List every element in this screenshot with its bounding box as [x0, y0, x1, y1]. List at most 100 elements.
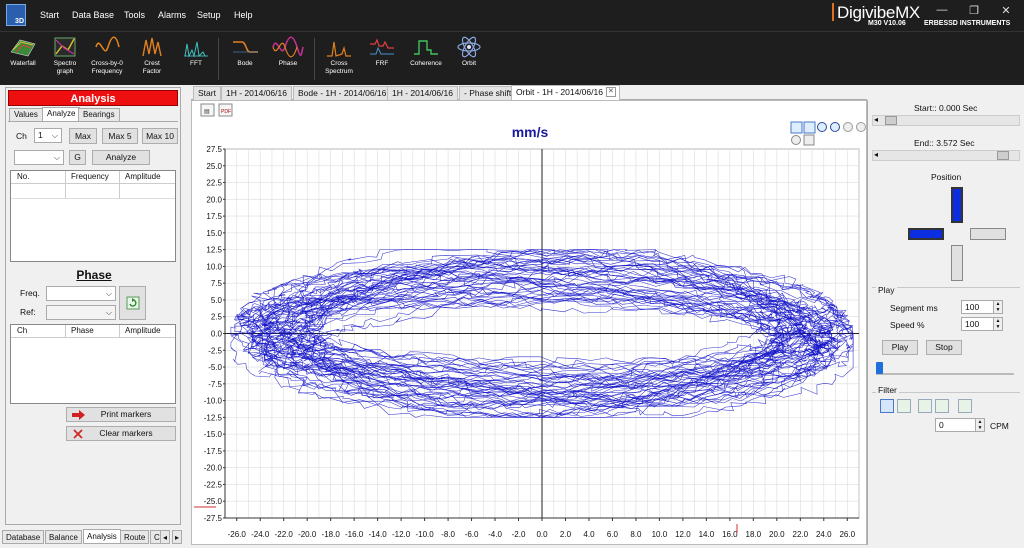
spin-arrows-icon[interactable]: ▲ ▼ — [993, 318, 1002, 330]
speed-input[interactable]: 100 ▲ ▼ — [961, 317, 1003, 331]
doc-tab-orbit[interactable]: Orbit - 1H - 2014/06/16 ✕ — [511, 85, 620, 100]
tab-values[interactable]: Values — [9, 108, 43, 121]
analysis-select[interactable]: ⌵ — [14, 150, 64, 165]
clear-markers-label: Clear markers — [99, 428, 153, 438]
end-slider[interactable]: ◂ — [872, 150, 1020, 161]
max10-button[interactable]: Max 10 — [142, 128, 178, 144]
peaks-grid[interactable]: No. Frequency Amplitude — [10, 170, 176, 262]
tab-bearings[interactable]: Bearings — [78, 108, 120, 121]
clear-markers-button[interactable]: Clear markers — [66, 426, 176, 441]
zoom-all-icon[interactable] — [803, 121, 816, 134]
doc-tab-phase-shift[interactable]: - Phase shift — [459, 86, 517, 100]
col-amplitude: Amplitude — [125, 172, 161, 181]
fft-button[interactable]: FFT — [171, 34, 221, 84]
pdf-icon-glyph: PDF — [221, 109, 231, 115]
start-slider-thumb[interactable] — [885, 116, 897, 125]
refresh-phase-button[interactable] — [119, 286, 146, 320]
close-button[interactable]: ✕ — [994, 4, 1018, 20]
channel-select[interactable]: 1 ⌵ — [34, 128, 62, 143]
table-row[interactable] — [11, 185, 175, 199]
scroll-right-button[interactable]: ▸ — [172, 530, 183, 544]
y-tick-label: 2.5 — [211, 313, 223, 322]
doc-tab-bode[interactable]: Bode - 1H - 2014/06/16 — [293, 86, 392, 100]
x-tick-label: -22.0 — [275, 530, 294, 539]
x-tick-label: 6.0 — [607, 530, 619, 539]
y-tick-label: 27.5 — [206, 145, 222, 154]
scroll-left-button[interactable]: ◂ — [160, 530, 171, 544]
playback-slider-thumb[interactable] — [876, 362, 883, 374]
frf-button[interactable]: FRF — [357, 34, 407, 84]
segment-input[interactable]: 100 ▲ ▼ — [961, 300, 1003, 314]
analyze-button[interactable]: Analyze — [92, 150, 150, 165]
zoom-select-icon[interactable] — [791, 135, 801, 145]
zoom-fit-icon[interactable] — [790, 121, 803, 134]
x-tick-label: -12.0 — [392, 530, 411, 539]
tab-balance[interactable]: Balance — [45, 530, 82, 544]
cpm-input[interactable]: 0 ▲ ▼ — [935, 418, 985, 432]
filter-bandstop-button[interactable] — [935, 399, 949, 413]
app-logo[interactable]: 3D — [6, 4, 26, 26]
x-tick-label: -2.0 — [512, 530, 526, 539]
x-tick-label: 26.0 — [839, 530, 855, 539]
doc-tab-1h-2[interactable]: 1H - 2014/06/16 — [387, 86, 458, 100]
phase-grid[interactable]: Ch Phase Amplitude — [10, 324, 176, 404]
cross-by-zero-button[interactable]: Cross-by-0 Frequency — [82, 34, 132, 84]
phase-button[interactable]: Phase — [263, 34, 313, 84]
start-slider[interactable]: ◂ — [872, 115, 1020, 126]
freq-select[interactable]: ⌵ — [46, 286, 116, 301]
print-markers-button[interactable]: Print markers — [66, 407, 176, 422]
tab-database[interactable]: Database — [2, 530, 45, 544]
menu-setup[interactable]: Setup — [197, 10, 221, 20]
close-tab-icon[interactable]: ✕ — [605, 87, 616, 97]
tab-route[interactable]: Route — [120, 530, 150, 544]
menu-help[interactable]: Help — [234, 10, 253, 20]
spin-arrows-icon[interactable]: ▲ ▼ — [993, 301, 1002, 313]
zoom-out-disabled-icon — [856, 122, 866, 132]
ref-select[interactable]: ⌵ — [46, 305, 116, 320]
position-right-indicator[interactable] — [970, 228, 1006, 240]
pan-icon[interactable] — [803, 134, 815, 146]
spectrograph-label-2: graph — [56, 68, 74, 75]
phase-grid-header: Ch Phase Amplitude — [11, 325, 175, 338]
doc-tab-start[interactable]: Start — [193, 86, 221, 100]
tab-analyze[interactable]: Analyze — [42, 107, 81, 121]
position-top-indicator[interactable] — [951, 187, 963, 223]
filter-highpass-button[interactable] — [897, 399, 911, 413]
menu-tools[interactable]: Tools — [124, 10, 145, 20]
spin-arrows-icon[interactable]: ▲ ▼ — [975, 419, 984, 431]
max5-button[interactable]: Max 5 — [102, 128, 138, 144]
crest-factor-button[interactable]: Crest Factor — [127, 34, 177, 84]
y-tick-label: -17.5 — [204, 447, 223, 456]
y-tick-label: -25.0 — [204, 497, 223, 506]
minimize-button[interactable]: — — [930, 4, 954, 20]
chevron-left-icon: ◂ — [874, 150, 879, 159]
orbit-chart[interactable]: ▤ PDF mm/s 27.5 25.0 22.5 20.0 17.5 15.0 12.5 1… — [192, 101, 868, 546]
max-button[interactable]: Max — [69, 128, 97, 144]
play-button[interactable]: Play — [882, 340, 918, 355]
position-left-indicator[interactable] — [908, 228, 944, 240]
export-icon-glyph: ▤ — [204, 109, 210, 115]
restore-button[interactable]: ❐ — [962, 4, 986, 20]
y-tick-label: 20.0 — [206, 195, 222, 204]
position-bottom-indicator[interactable] — [951, 245, 963, 281]
arrow-right-icon — [72, 410, 85, 420]
zoom-out-icon[interactable] — [830, 122, 840, 132]
filter-lowpass-button[interactable] — [880, 399, 894, 413]
stop-button[interactable]: Stop — [926, 340, 962, 355]
end-slider-thumb[interactable] — [997, 151, 1009, 160]
menu-database[interactable]: Data Base — [72, 10, 114, 20]
doc-tab-orbit-label: Orbit - 1H - 2014/06/16 — [516, 87, 603, 97]
x-tick-label: 22.0 — [793, 530, 809, 539]
y-tick-label: -10.0 — [204, 397, 223, 406]
menu-start[interactable]: Start — [40, 10, 59, 20]
doc-tab-1h[interactable]: 1H - 2014/06/16 — [221, 86, 292, 100]
playback-slider[interactable] — [876, 373, 1014, 375]
frf-icon — [370, 38, 394, 55]
menu-alarms[interactable]: Alarms — [158, 10, 186, 20]
tab-analysis[interactable]: Analysis — [83, 529, 121, 544]
zoom-in-icon[interactable] — [817, 122, 827, 132]
filter-bandpass-button[interactable] — [918, 399, 932, 413]
filter-apply-button[interactable] — [958, 399, 972, 413]
orbit-button[interactable]: Orbit — [444, 34, 494, 84]
g-button[interactable]: G — [69, 150, 86, 165]
